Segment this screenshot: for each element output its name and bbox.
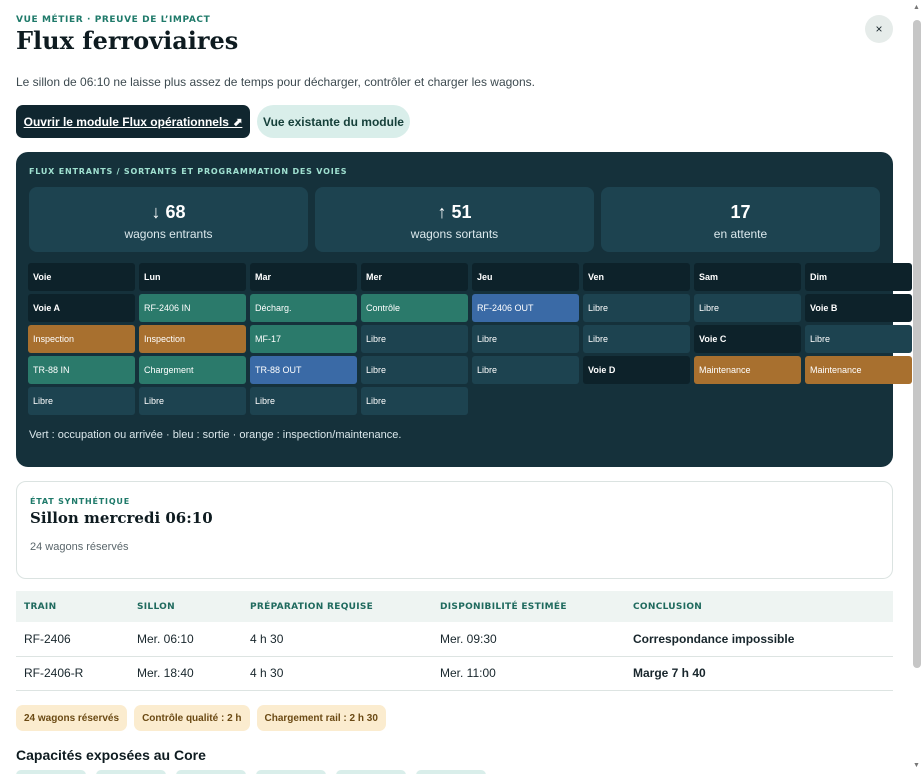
schedule-slot[interactable]: Libre — [28, 387, 135, 415]
capacity-pill[interactable] — [16, 770, 86, 774]
page-subtitle: Le sillon de 06:10 ne laisse plus assez … — [16, 75, 535, 89]
synthese-subtitle: 24 wagons réservés — [30, 541, 129, 553]
table-cell: 4 h 30 — [242, 622, 432, 657]
schedule-slot[interactable]: Inspection — [139, 325, 246, 353]
chip: 24 wagons réservés — [16, 705, 128, 731]
close-icon: × — [875, 22, 883, 36]
schedule-slot[interactable]: Libre — [139, 387, 246, 415]
capacity-pill[interactable] — [336, 770, 406, 774]
grid-header-dim: Dim — [805, 263, 912, 291]
track-label: Voie C — [694, 325, 801, 353]
grid-header-mer: Mer — [361, 263, 468, 291]
schedule-slot[interactable]: Libre — [250, 387, 357, 415]
schedule-slot[interactable]: TR-88 OUT — [250, 356, 357, 384]
open-module-button[interactable]: Ouvrir le module Flux opérationnels ⬈ — [16, 105, 250, 138]
synthese-card: ÉTAT SYNTHÉTIQUE Sillon mercredi 06:10 2… — [16, 481, 893, 579]
schedule-slot[interactable]: Libre — [361, 356, 468, 384]
scroll-up-icon[interactable]: ▲ — [913, 4, 920, 11]
table-cell: Marge 7 h 40 — [625, 656, 893, 691]
schedule-slot[interactable]: Libre — [472, 356, 579, 384]
eyebrow-label: VUE MÉTIER · PREUVE DE L’IMPACT — [16, 15, 211, 25]
schedule-slot[interactable]: Libre — [583, 294, 690, 322]
flux-legend: Vert : occupation ou arrivée · bleu : so… — [29, 429, 402, 441]
schedule-slot[interactable]: RF-2406 IN — [139, 294, 246, 322]
schedule-slot[interactable]: Libre — [583, 325, 690, 353]
grid-header-lun: Lun — [139, 263, 246, 291]
schedule-slot[interactable]: TR-88 IN — [28, 356, 135, 384]
schedule-slot[interactable]: Contrôle — [361, 294, 468, 322]
capacites-title: Capacités exposées au Core — [16, 747, 206, 763]
schedule-slot[interactable]: MF-17 — [250, 325, 357, 353]
schedule-slot[interactable]: Inspection — [28, 325, 135, 353]
stat-label: wagons sortants — [410, 227, 499, 241]
stat-label: wagons entrants — [124, 227, 213, 241]
schedule-slot[interactable]: Libre — [694, 294, 801, 322]
table-row: RF-2406 Mer. 06:10 4 h 30 Mer. 09:30 Cor… — [16, 622, 893, 657]
schedule-slot[interactable]: Maintenance — [694, 356, 801, 384]
chip-list: 24 wagons réservés Contrôle qualité : 2 … — [16, 705, 386, 731]
table-cell: Mer. 06:10 — [129, 622, 242, 657]
table-cell: RF-2406-R — [16, 656, 129, 691]
column-header: TRAIN — [16, 591, 129, 622]
chip: Chargement rail : 2 h 30 — [256, 705, 386, 731]
schedule-slot[interactable]: Libre — [361, 325, 468, 353]
close-button[interactable]: × — [865, 15, 893, 43]
table-cell: Correspondance impossible — [625, 622, 893, 657]
schedule-slot[interactable]: Chargement — [139, 356, 246, 384]
table-cell: RF-2406 — [16, 622, 129, 657]
page-title: Flux ferroviaires — [16, 26, 239, 55]
capacites-pills — [16, 770, 486, 774]
grid-header-mar: Mar — [250, 263, 357, 291]
trains-table: TRAIN SILLON PRÉPARATION REQUISE DISPONI… — [16, 591, 893, 691]
column-header: PRÉPARATION REQUISE — [242, 591, 432, 622]
capacity-pill[interactable] — [176, 770, 246, 774]
table-cell: Mer. 09:30 — [432, 622, 625, 657]
flux-heading: FLUX ENTRANTS / SORTANTS ET PROGRAMMATIO… — [29, 167, 348, 176]
schedule-slot[interactable]: Maintenance — [805, 356, 912, 384]
grid-header-voie: Voie — [28, 263, 135, 291]
existing-view-button[interactable]: Vue existante du module — [257, 105, 410, 138]
schedule-slot[interactable]: Libre — [472, 325, 579, 353]
track-label: Voie D — [583, 356, 690, 384]
capacity-pill[interactable] — [416, 770, 486, 774]
grid-header-jeu: Jeu — [472, 263, 579, 291]
table-cell: 4 h 30 — [242, 656, 432, 691]
synthese-title: Sillon mercredi 06:10 — [30, 509, 213, 527]
column-header: DISPONIBILITÉ ESTIMÉE — [432, 591, 625, 622]
track-label: Voie B — [805, 294, 912, 322]
grid-header-sam: Sam — [694, 263, 801, 291]
stat-card-sortants: ↑ 51 wagons sortants — [315, 187, 594, 252]
synthese-eyebrow: ÉTAT SYNTHÉTIQUE — [30, 497, 130, 506]
schedule-grid: Voie Lun Mar Mer Jeu Ven Sam Dim Voie A RF-2406 I… — [28, 263, 912, 415]
scroll-down-icon[interactable]: ▼ — [913, 762, 920, 769]
schedule-slot[interactable]: Libre — [361, 387, 468, 415]
capacity-pill[interactable] — [256, 770, 326, 774]
table-cell: Mer. 11:00 — [432, 656, 625, 691]
schedule-slot[interactable]: Libre — [805, 325, 912, 353]
column-header: CONCLUSION — [625, 591, 893, 622]
stat-card-entrants: ↓ 68 wagons entrants — [29, 187, 308, 252]
scrollbar-thumb[interactable] — [913, 20, 921, 668]
schedule-slot[interactable]: Décharg. — [250, 294, 357, 322]
grid-header-ven: Ven — [583, 263, 690, 291]
flux-panel: FLUX ENTRANTS / SORTANTS ET PROGRAMMATIO… — [16, 152, 912, 467]
stat-label: en attente — [713, 227, 768, 241]
schedule-slot[interactable]: RF-2406 OUT — [472, 294, 579, 322]
chip: Contrôle qualité : 2 h — [134, 705, 250, 731]
stat-value: ↑ 51 — [437, 202, 472, 222]
stat-value: 17 — [730, 202, 751, 222]
table-header-row: TRAIN SILLON PRÉPARATION REQUISE DISPONI… — [16, 591, 893, 622]
table-cell: Mer. 18:40 — [129, 656, 242, 691]
capacity-pill[interactable] — [96, 770, 166, 774]
stat-value: ↓ 68 — [151, 202, 186, 222]
table-row: RF-2406-R Mer. 18:40 4 h 30 Mer. 11:00 M… — [16, 656, 893, 691]
track-label: Voie A — [28, 294, 135, 322]
column-header: SILLON — [129, 591, 242, 622]
stat-card-attente: 17 en attente — [601, 187, 880, 252]
